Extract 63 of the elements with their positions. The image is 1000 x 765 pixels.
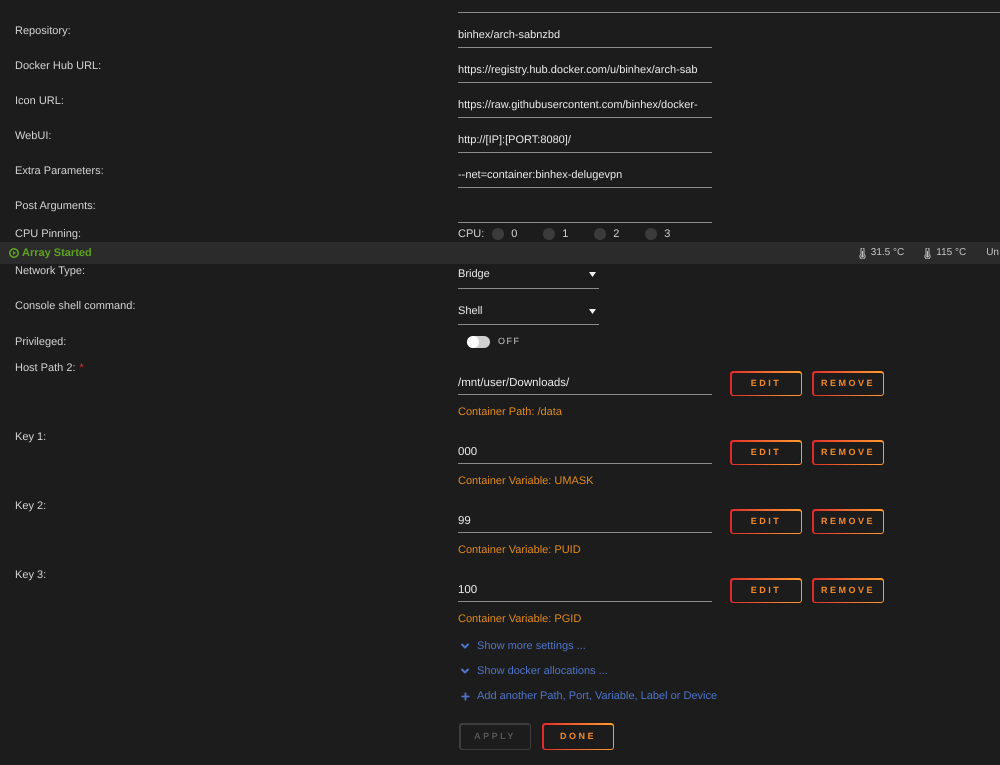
core-checkbox[interactable] [543,228,556,240]
field-label: Post Arguments: [15,199,96,213]
array-status: Array Started [22,246,92,260]
edit-button[interactable]: EDIT [730,371,802,396]
field-label: Repository: [15,24,71,38]
field-label: Console shell command: [15,299,136,313]
edit-button[interactable]: EDIT [730,578,802,603]
select-field[interactable]: Shell [458,300,599,325]
field-label: Docker Hub URL: [15,59,102,73]
toggle-state: OFF [498,335,520,348]
expand-link[interactable]: Show docker allocations ... [458,664,608,678]
core-number: 2 [613,228,620,240]
field-label: Key 1: [15,430,46,444]
select-field[interactable]: Bridge [458,264,599,289]
remove-button[interactable]: REMOVE [812,440,884,465]
core-number: 0 [511,228,518,240]
field-label: WebUI: [15,129,52,143]
core-checkbox[interactable] [492,228,504,240]
input-field[interactable]: 100 [458,578,712,602]
play-circle-icon [9,248,19,258]
edit-button[interactable]: EDIT [730,440,802,465]
edit-button[interactable]: EDIT [730,509,802,534]
input-field[interactable]: https://raw.githubusercontent.com/binhex/docker- [458,94,712,118]
core-checkbox[interactable] [594,228,606,240]
caret-icon [589,272,596,277]
thermometer-icon [858,248,866,258]
container-note: Container Variable: PGID [458,612,582,626]
field-label: Host Path 2: [15,361,76,375]
thermometer-icon [924,248,932,258]
remove-button[interactable]: REMOVE [812,578,884,603]
core-number: 3 [664,228,670,240]
expand-link[interactable]: Show more settings ... [458,639,586,653]
status-text: Un [986,246,1000,260]
input-field[interactable]: binhex/arch-sabnzbd [458,24,712,48]
temperature-reading: 115 °C [936,246,966,260]
field-label: Icon URL: [15,94,64,108]
container-note: Container Variable: UMASK [458,474,594,488]
input-field[interactable]: https://registry.hub.docker.com/u/binhex/arch-sab [458,59,712,83]
field-label: Extra Parameters: [15,164,104,178]
input-field[interactable]: /mnt/user/Downloads/ [458,371,712,395]
remove-button[interactable]: REMOVE [812,371,884,396]
done-button[interactable]: DONE [542,723,614,750]
core-checkbox[interactable] [645,228,658,240]
add-link[interactable]: Add another Path, Port, Variable, Label or Device [458,689,718,703]
temperature-reading: 31.5 °C [870,246,904,260]
field-label: Key 3: [15,568,46,582]
input-field[interactable]: 99 [458,509,712,533]
cpu-label: CPU: [458,228,484,240]
field-label: Network Type: [15,264,86,278]
field-label: CPU Pinning: [15,228,82,240]
input-field[interactable]: http://[IP]:[PORT:8080]/ [458,129,712,153]
remove-button[interactable]: REMOVE [812,509,884,534]
required-mark: * [80,361,84,375]
core-number: 1 [562,228,568,240]
input-field[interactable]: 000 [458,440,712,464]
container-note: Container Path: /data [458,405,562,419]
toggle-switch[interactable] [467,336,490,348]
field-label: Key 2: [15,499,46,513]
input-field[interactable]: --net=container:binhex-delugevpn [458,164,712,188]
field-label: Privileged: [15,335,66,349]
container-note: Container Variable: PUID [458,543,581,557]
plus-icon [460,690,471,702]
caret-icon [589,309,596,314]
